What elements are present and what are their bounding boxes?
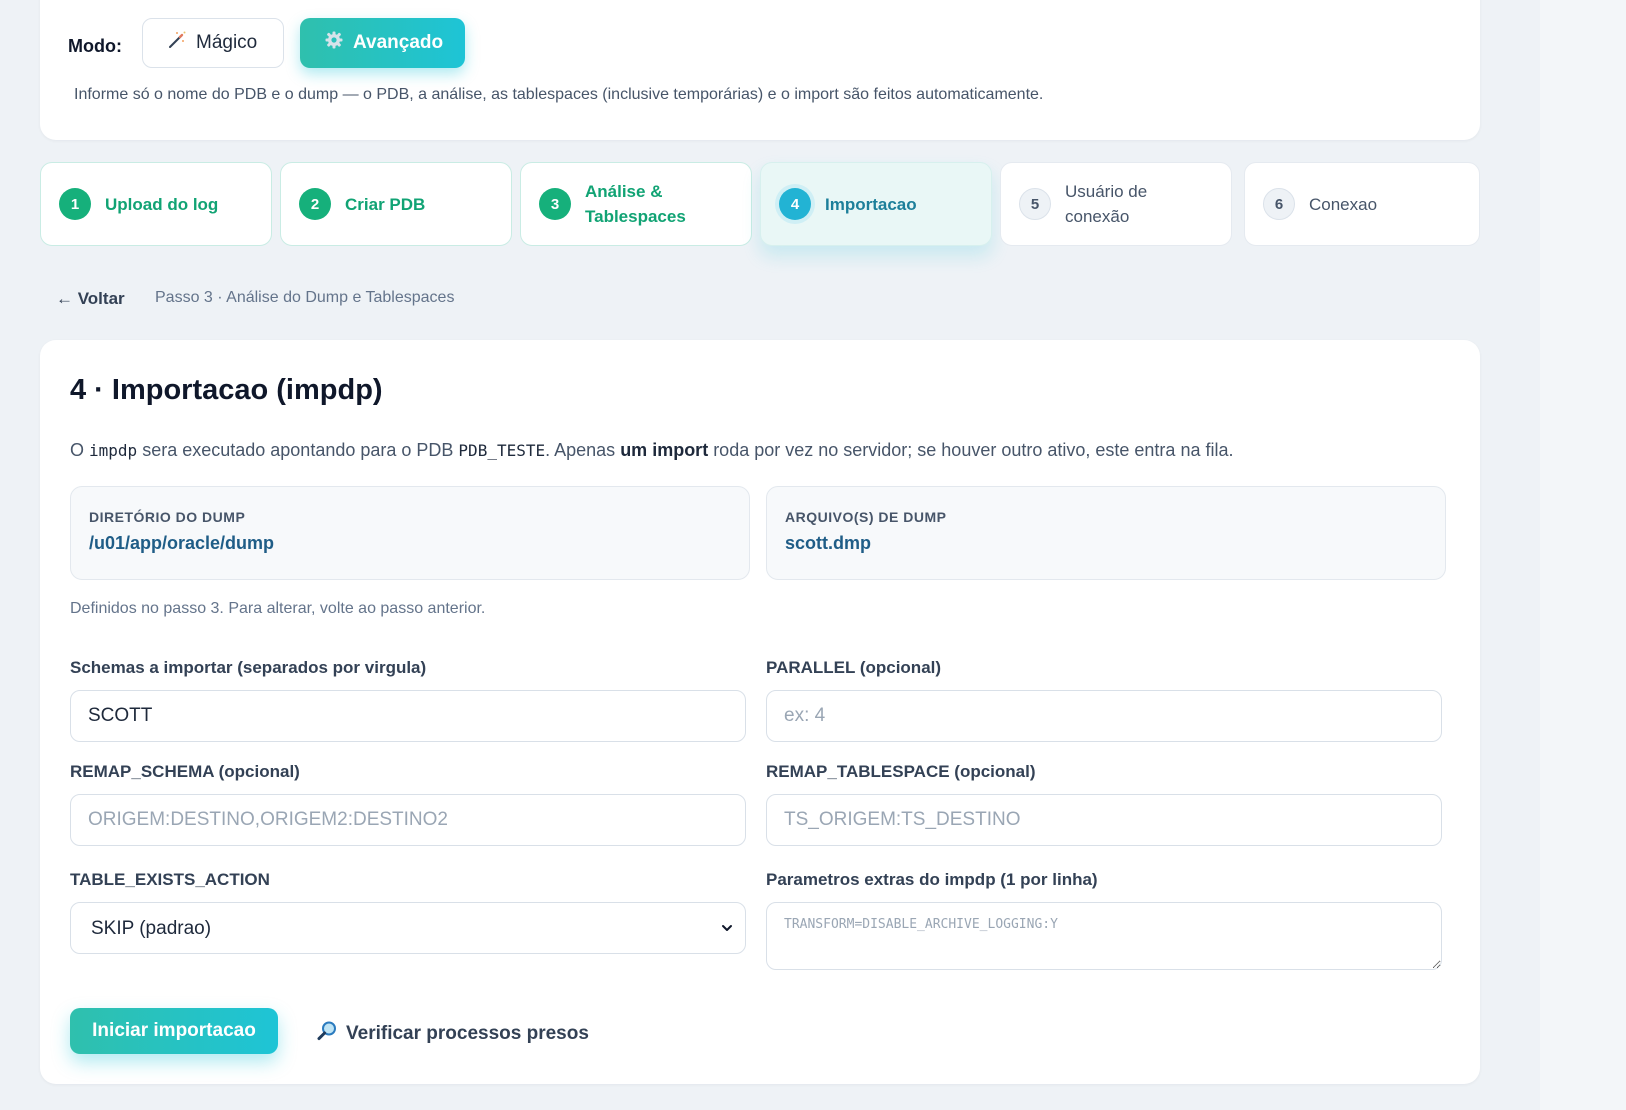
table-exists-action-label: TABLE_EXISTS_ACTION [70, 870, 270, 889]
import-description: O impdp sera executado apontando para o … [70, 440, 1234, 460]
remap-schema-input[interactable] [70, 794, 746, 846]
dump-directory-box: DIRETÓRIO DO DUMP /u01/app/oracle/dump [70, 486, 750, 580]
step-label: Upload do log [105, 194, 219, 214]
magic-mode-label: Mágico [196, 32, 258, 53]
right-background-strip [1540, 0, 1626, 1110]
step-analysis-tablespaces[interactable]: 3 Análise & Tablespaces [520, 162, 752, 246]
dump-directory-label: DIRETÓRIO DO DUMP [89, 509, 246, 525]
mode-label: Modo: [68, 36, 122, 56]
extra-params-label: Parametros extras do impdp (1 por linha) [766, 870, 1098, 889]
step-connection[interactable]: 6 Conexao [1244, 162, 1480, 246]
remap-tablespace-label: REMAP_TABLESPACE (opcional) [766, 762, 1036, 781]
step-connection-user[interactable]: 5 Usuário de conexão [1000, 162, 1232, 246]
step-number: 2 [299, 188, 331, 220]
breadcrumb: Passo 3 · Análise do Dump e Tablespaces [155, 289, 455, 306]
dump-directory-value: /u01/app/oracle/dump [89, 533, 275, 553]
advanced-mode-button[interactable]: Avançado [300, 18, 465, 68]
check-stuck-processes-label: Verificar processos presos [346, 1023, 589, 1044]
back-link[interactable]: ← Voltar [56, 289, 125, 309]
table-exists-action-select[interactable]: SKIP (padrao) [70, 902, 746, 954]
parallel-label: PARALLEL (opcional) [766, 658, 942, 677]
gear-icon [324, 30, 344, 56]
step-label: Criar PDB [345, 194, 426, 214]
step-number: 3 [539, 188, 571, 220]
remap-schema-label: REMAP_SCHEMA (opcional) [70, 762, 300, 781]
step-label: Conexao [1309, 194, 1378, 214]
step-create-pdb[interactable]: 2 Criar PDB [280, 162, 512, 246]
step-label: Importacao [825, 194, 917, 214]
magic-mode-button[interactable]: Mágico [142, 18, 284, 68]
remap-tablespace-input[interactable] [766, 794, 1442, 846]
import-card: 4 · Importacao (impdp) O impdp sera exec… [40, 340, 1480, 1084]
dump-file-value: scott.dmp [785, 533, 872, 553]
step-number: 1 [59, 188, 91, 220]
parallel-input[interactable] [766, 690, 1442, 742]
step-number: 5 [1019, 188, 1051, 220]
step-upload-log[interactable]: 1 Upload do log [40, 162, 272, 246]
step-label: Usuário de conexão [1065, 182, 1148, 226]
page-title: 4 · Importacao (impdp) [70, 374, 383, 406]
mode-hint: Informe só o nome do PDB e o dump — o PD… [74, 86, 1044, 103]
dump-info-note: Definidos no passo 3. Para alterar, volt… [70, 600, 486, 617]
schemas-input[interactable] [70, 690, 746, 742]
step-number: 4 [779, 188, 811, 220]
extra-params-textarea[interactable] [766, 902, 1442, 970]
dump-file-label: ARQUIVO(S) DE DUMP [785, 509, 947, 525]
step-number: 6 [1263, 188, 1295, 220]
step-label: Análise & Tablespaces [585, 182, 686, 226]
mode-card: Modo: Mágico Avançado Informe só o nome … [40, 0, 1480, 140]
magic-wand-icon [167, 30, 187, 56]
magnifier-icon [316, 1020, 338, 1048]
schemas-label: Schemas a importar (separados por virgul… [70, 658, 427, 677]
check-stuck-processes-button[interactable]: Verificar processos presos [316, 1020, 589, 1048]
advanced-mode-label: Avançado [353, 32, 444, 53]
start-import-button[interactable]: Iniciar importacao [70, 1008, 278, 1054]
dump-file-box: ARQUIVO(S) DE DUMP scott.dmp [766, 486, 1446, 580]
step-import[interactable]: 4 Importacao [760, 162, 992, 246]
